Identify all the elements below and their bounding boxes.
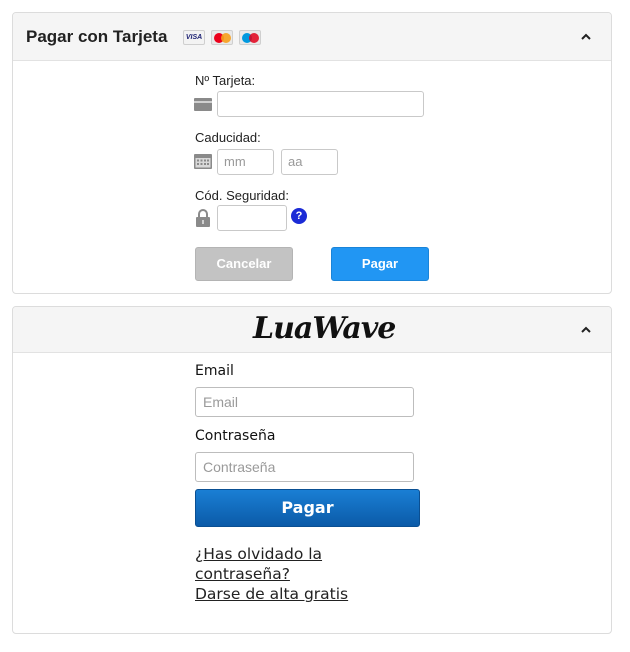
card-payment-title: Pagar con Tarjeta xyxy=(26,27,168,46)
expiry-label: Caducidad: xyxy=(195,130,261,145)
pay-card-button[interactable]: Pagar xyxy=(331,247,429,281)
card-number-label: Nº Tarjeta: xyxy=(195,73,256,88)
calendar-icon xyxy=(194,154,212,169)
card-number-input[interactable] xyxy=(217,91,424,117)
forgot-password-link-line2[interactable]: contraseña? xyxy=(195,564,290,584)
expiry-year-input[interactable]: aa xyxy=(281,149,338,175)
luawave-logo: LuaWave xyxy=(253,311,396,346)
mastercard-logo xyxy=(211,30,233,45)
help-icon[interactable]: ? xyxy=(291,208,307,224)
cvv-input[interactable] xyxy=(217,205,287,231)
maestro-logo xyxy=(239,30,261,45)
cancel-button[interactable]: Cancelar xyxy=(195,247,293,281)
credit-card-icon xyxy=(194,98,212,111)
visa-logo: VISA xyxy=(183,30,205,45)
lock-icon xyxy=(196,209,210,227)
wallet-payment-panel: LuaWave Email Email Contraseña Contraseñ… xyxy=(12,306,612,634)
chevron-up-icon[interactable] xyxy=(579,323,593,337)
card-payment-panel: Pagar con Tarjeta VISA Nº Tarjeta: Caduc… xyxy=(12,12,612,294)
email-input[interactable]: Email xyxy=(195,387,414,417)
card-brands: VISA xyxy=(183,30,261,45)
expiry-month-input[interactable]: mm xyxy=(217,149,274,175)
pay-wallet-button[interactable]: Pagar xyxy=(195,489,420,527)
password-input[interactable]: Contraseña xyxy=(195,452,414,482)
chevron-up-icon[interactable] xyxy=(579,30,593,44)
email-label: Email xyxy=(195,363,234,379)
cvv-label: Cód. Seguridad: xyxy=(195,188,289,203)
signup-link[interactable]: Darse de alta gratis xyxy=(195,584,348,604)
wallet-payment-header[interactable]: LuaWave xyxy=(13,307,611,353)
forgot-password-link-line1[interactable]: ¿Has olvidado la xyxy=(195,544,322,564)
card-payment-header[interactable]: Pagar con Tarjeta VISA xyxy=(13,13,611,61)
password-label: Contraseña xyxy=(195,428,276,444)
